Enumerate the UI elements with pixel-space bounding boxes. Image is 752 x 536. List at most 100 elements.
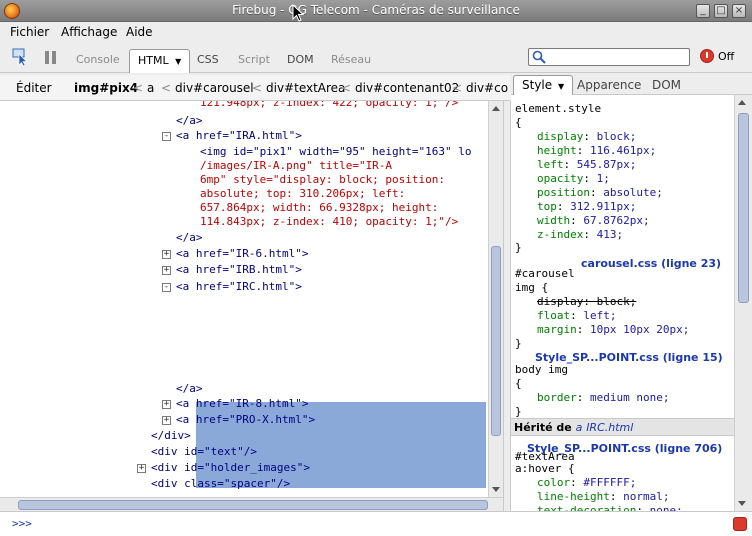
minimize-button[interactable]: _ — [696, 4, 710, 18]
selected-html-line[interactable]: absolute; top: 312.911px; left: — [200, 338, 405, 352]
search-input[interactable] — [528, 48, 690, 66]
css-property-value[interactable]: medium none; — [590, 391, 669, 404]
html-line[interactable]: <a href="IR-6.html"> — [176, 247, 308, 261]
tab-reseau[interactable]: Réseau — [331, 53, 371, 66]
selected-html-line[interactable]: 8mp" style="display: block; position: — [200, 324, 445, 338]
menu-aide[interactable]: Aide — [126, 25, 153, 39]
css-property-name[interactable]: text-decoration — [537, 504, 636, 511]
scrollbar-thumb[interactable] — [18, 500, 488, 510]
html-line[interactable]: <div id="holder_images"> — [151, 461, 310, 475]
inspect-icon[interactable] — [12, 48, 30, 66]
css-property-value[interactable]: 312.911px; — [570, 200, 636, 213]
expand-node-icon[interactable]: + — [162, 416, 171, 425]
tab-html[interactable]: HTML ▼ — [129, 49, 191, 73]
scroll-up-icon[interactable] — [492, 106, 500, 111]
css-property-name[interactable]: left — [537, 158, 564, 171]
scroll-down-icon[interactable] — [492, 487, 500, 492]
close-button[interactable]: × — [732, 4, 746, 18]
scrollbar-thumb[interactable] — [491, 246, 501, 436]
css-property-name[interactable]: line-height — [537, 490, 610, 503]
html-line[interactable]: <a href="IRC.html"> — [176, 280, 302, 294]
collapse-node-icon[interactable]: - — [162, 283, 171, 292]
html-line[interactable]: <a href="IRA.html"> — [176, 129, 302, 143]
css-property[interactable]: text-decoration: none; — [537, 504, 683, 511]
html-line[interactable]: 121.948px; z-index: 422; opacity: 1;"/> — [200, 101, 458, 110]
css-property[interactable]: display: block; — [537, 295, 636, 309]
menu-affichage[interactable]: Affichage — [61, 25, 117, 39]
css-property-value[interactable]: block; — [597, 130, 637, 143]
expand-command-editor-icon[interactable] — [733, 517, 747, 531]
css-property[interactable]: line-height: normal; — [537, 490, 669, 504]
css-property-value[interactable]: 413; — [597, 228, 624, 241]
css-property-value[interactable]: 1; — [597, 172, 610, 185]
collapse-node-icon[interactable]: - — [162, 132, 171, 141]
style-pane[interactable]: element.style { display: block; height: 1… — [511, 95, 734, 511]
css-property-name[interactable]: display — [537, 130, 583, 143]
html-line[interactable]: 657.864px; width: 66.9328px; height: — [200, 201, 438, 215]
style-vertical-scrollbar[interactable] — [734, 95, 752, 511]
menu-fichier[interactable]: Fichier — [10, 25, 49, 39]
css-property-name[interactable]: width — [537, 214, 570, 227]
scroll-up-icon[interactable] — [738, 100, 746, 105]
html-vertical-scrollbar[interactable] — [488, 101, 503, 497]
css-property-name[interactable]: border — [537, 391, 577, 404]
html-line[interactable]: absolute; top: 310.206px; left: — [200, 187, 405, 201]
expand-node-icon[interactable]: + — [162, 400, 171, 409]
css-property-value[interactable]: left; — [583, 309, 616, 322]
css-property[interactable]: border: medium none; — [537, 391, 669, 405]
tab-script[interactable]: Script — [238, 53, 270, 66]
html-tree-pane[interactable]: 121.948px; z-index: 422; opacity: 1;"/> <… — [0, 101, 488, 497]
css-property[interactable]: margin: 10px 10px 20px; — [537, 323, 689, 337]
expand-node-icon[interactable]: + — [137, 464, 146, 473]
html-line[interactable]: <a href="IR-8.html"> — [176, 397, 308, 411]
breadcrumb-item[interactable]: div#carousel — [175, 81, 254, 95]
css-property-name[interactable]: color — [537, 476, 570, 489]
css-property[interactable]: position: absolute; — [537, 186, 663, 200]
css-property-name[interactable]: position — [537, 186, 590, 199]
css-property-name[interactable]: margin — [537, 323, 577, 336]
tab-dom-side[interactable]: DOM — [652, 78, 681, 92]
breadcrumb-item[interactable]: div#co — [466, 81, 508, 95]
maximize-button[interactable]: □ — [714, 4, 728, 18]
tab-console[interactable]: Console — [76, 53, 120, 66]
css-property[interactable]: height: 116.461px; — [537, 144, 656, 158]
css-property-name[interactable]: top — [537, 200, 557, 213]
css-property-value[interactable]: 10px 10px 20px; — [590, 323, 689, 336]
html-line[interactable]: <div class="spacer"/> — [151, 477, 290, 491]
html-line[interactable]: <img id="pix1" width="95" height="163" l… — [200, 145, 472, 159]
html-horizontal-scrollbar[interactable] — [0, 497, 503, 511]
html-line[interactable]: 6mp" style="display: block; position: — [200, 173, 445, 187]
html-line[interactable]: /images/IR-A.png" title="IR-A — [200, 159, 392, 173]
css-property-value[interactable]: none; — [650, 504, 683, 511]
breadcrumb-item[interactable]: a — [147, 81, 154, 95]
tab-dom[interactable]: DOM — [287, 53, 314, 66]
css-property[interactable]: width: 67.8762px; — [537, 214, 650, 228]
html-line[interactable]: 114.843px; z-index: 410; opacity: 1;"/> — [200, 215, 458, 229]
css-property-value[interactable]: 545.87px; — [577, 158, 637, 171]
expand-node-icon[interactable]: + — [162, 266, 171, 275]
css-property-name[interactable]: float — [537, 309, 570, 322]
html-line[interactable]: </div> — [151, 429, 191, 443]
selected-html-line[interactable]: 545.87px; width: 67.8762px; height: — [200, 352, 432, 366]
css-property[interactable]: top: 312.911px; — [537, 200, 636, 214]
css-property-value[interactable]: 116.461px; — [590, 144, 656, 157]
html-line[interactable]: </a> — [176, 114, 203, 128]
expand-node-icon[interactable]: + — [162, 250, 171, 259]
title-bar[interactable]: Firebug - GG Telecom - Caméras de survei… — [0, 0, 752, 22]
inherited-link[interactable]: IRC.html — [586, 421, 633, 434]
css-property[interactable]: left: 545.87px; — [537, 158, 636, 172]
command-line[interactable]: >>> — [0, 511, 752, 536]
css-property-value[interactable]: #FFFFFF; — [583, 476, 636, 489]
scrollbar-thumb[interactable] — [738, 113, 749, 303]
tab-style[interactable]: Style ▼ — [513, 75, 574, 96]
tab-apparence[interactable]: Apparence — [577, 78, 641, 92]
html-line[interactable]: </a> — [176, 231, 203, 245]
edit-button[interactable]: Éditer — [16, 81, 52, 95]
breadcrumb-item[interactable]: div#textArea — [266, 81, 345, 95]
selected-html-line[interactable]: <img id="pix4" width="95" height="163" l… — [200, 296, 472, 310]
selected-html-line[interactable]: 116.461px; z-index: 413; opacity: 1;"/> — [200, 366, 458, 380]
css-property[interactable]: z-index: 413; — [537, 228, 623, 242]
pane-splitter[interactable] — [503, 101, 511, 511]
html-line[interactable]: </a> — [176, 382, 203, 396]
scroll-down-icon[interactable] — [738, 501, 746, 506]
